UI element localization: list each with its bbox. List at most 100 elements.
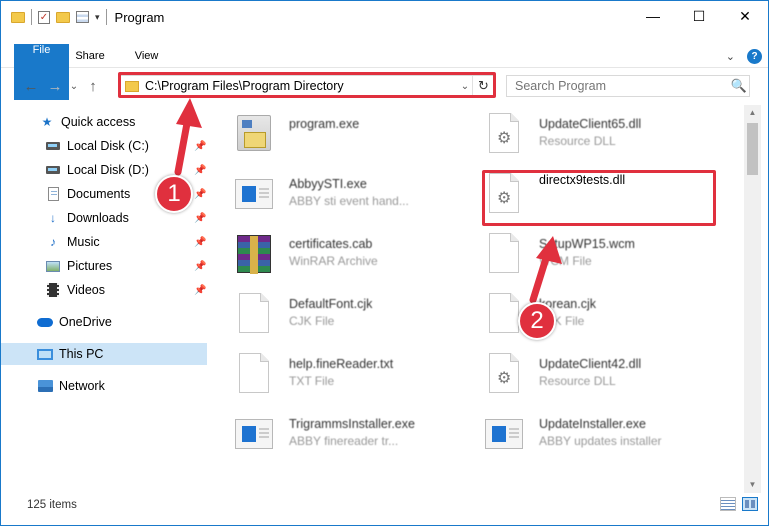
sidebar-item-local-disk-c[interactable]: Local Disk (C:) 📌 xyxy=(1,135,207,157)
file-name: help.fineReader.txt xyxy=(289,357,394,371)
sidebar-item-label: OneDrive xyxy=(59,315,112,329)
quick-access-toolbar: ✓ ▾ xyxy=(1,9,107,25)
search-icon[interactable]: 🔍 xyxy=(729,78,749,94)
sidebar-item-videos[interactable]: Videos 📌 xyxy=(1,279,207,301)
minimize-button[interactable]: — xyxy=(630,1,676,31)
search-box[interactable]: 🔍 xyxy=(506,75,750,97)
divider xyxy=(105,9,107,25)
sidebar-item-label: Quick access xyxy=(61,115,136,129)
address-bar[interactable]: C:\Program Files\Program Directory ⌄ ↻ xyxy=(119,75,495,97)
ribbon-tabs: File Home Share View ⌄ ? xyxy=(1,44,768,100)
file-item[interactable]: TrigrammsInstaller.exe ABBY finereader tr… xyxy=(233,411,473,467)
pin-icon[interactable]: 📌 xyxy=(194,165,206,176)
app-icon xyxy=(233,171,275,217)
file-name: UpdateClient65.dll xyxy=(539,117,642,131)
sidebar-item-onedrive[interactable]: OneDrive xyxy=(1,311,207,333)
large-icons-view-icon[interactable] xyxy=(742,497,758,511)
pin-icon[interactable]: 📌 xyxy=(194,237,206,248)
tab-share[interactable]: Share xyxy=(60,44,119,67)
blank-file-icon xyxy=(233,351,275,397)
help-icon[interactable]: ? xyxy=(747,48,762,64)
disk-icon xyxy=(45,163,61,177)
disk-icon xyxy=(45,139,61,153)
app-icon xyxy=(233,411,275,457)
tab-view[interactable]: View xyxy=(120,44,174,67)
file-name: UpdateInstaller.exe xyxy=(539,417,647,431)
pin-icon[interactable]: 📌 xyxy=(194,189,206,200)
file-type: WCM File xyxy=(539,254,592,268)
up-arrow-icon[interactable]: ↑ xyxy=(81,78,105,95)
file-list: program.exe UpdateClient65.dll Resource D… xyxy=(211,105,744,493)
navigation-pane: ★ Quick access Local Disk (C:) 📌 Local D… xyxy=(1,105,209,493)
network-icon xyxy=(37,379,53,393)
maximize-button[interactable]: ☐ xyxy=(676,1,722,31)
sidebar-item-network[interactable]: Network xyxy=(1,375,207,397)
file-item[interactable]: program.exe xyxy=(233,111,473,167)
star-icon: ★ xyxy=(41,115,53,129)
file-type: ABBY updates installer xyxy=(539,434,662,448)
vertical-scrollbar[interactable]: ▲ ▼ xyxy=(744,105,761,493)
file-item[interactable]: SetupWP15.wcm WCM File xyxy=(483,231,723,287)
sidebar-item-label: Downloads xyxy=(67,211,129,225)
sidebar-item-label: Music xyxy=(67,235,100,249)
search-input[interactable] xyxy=(515,79,729,93)
music-icon: ♪ xyxy=(50,235,56,249)
file-item[interactable]: help.fineReader.txt TXT File xyxy=(233,351,473,407)
file-item[interactable]: certificates.cab WinRAR Archive xyxy=(233,231,473,287)
sidebar-item-music[interactable]: ♪ Music 📌 xyxy=(1,231,207,253)
file-type: ABBY sti event hand... xyxy=(289,194,409,208)
file-name: TrigrammsInstaller.exe xyxy=(289,417,415,431)
this-pc-icon xyxy=(37,347,53,361)
back-arrow-icon[interactable]: ← xyxy=(19,78,43,95)
scroll-thumb[interactable] xyxy=(747,123,758,175)
pin-icon[interactable]: 📌 xyxy=(194,285,206,296)
new-folder-icon[interactable] xyxy=(56,11,70,23)
folder-icon xyxy=(125,80,139,92)
scroll-down-icon[interactable]: ▼ xyxy=(744,477,761,493)
expand-ribbon-icon[interactable]: ⌄ xyxy=(726,50,735,63)
file-item[interactable]: UpdateInstaller.exe ABBY updates installe… xyxy=(483,411,723,467)
file-item[interactable]: AbbyySTI.exe ABBY sti event hand... xyxy=(233,171,473,227)
file-name: DefaultFont.cjk xyxy=(289,297,373,311)
chevron-down-icon[interactable]: ▾ xyxy=(95,12,100,23)
dll-gear-icon xyxy=(483,351,525,397)
details-view-icon[interactable] xyxy=(720,497,736,511)
file-item[interactable]: DefaultFont.cjk CJK File xyxy=(233,291,473,347)
customize-toolbar-icon[interactable] xyxy=(76,11,89,23)
recent-locations-icon[interactable]: ⌄ xyxy=(67,81,81,92)
pictures-icon xyxy=(45,259,61,273)
file-name: AbbyySTI.exe xyxy=(289,177,367,191)
file-name: program.exe xyxy=(289,117,360,131)
file-item[interactable]: UpdateClient42.dll Resource DLL xyxy=(483,351,723,407)
file-type: ABBY finereader tr... xyxy=(289,434,399,448)
sidebar-item-quick-access[interactable]: ★ Quick access xyxy=(1,111,207,133)
scroll-up-icon[interactable]: ▲ xyxy=(744,105,761,121)
dll-gear-icon xyxy=(483,111,525,157)
sidebar-item-this-pc[interactable]: This PC xyxy=(1,343,207,365)
refresh-icon[interactable]: ↻ xyxy=(472,76,494,96)
pin-icon[interactable]: 📌 xyxy=(194,141,206,152)
view-switcher xyxy=(720,497,758,511)
file-name: UpdateClient42.dll xyxy=(539,357,642,371)
file-type: WinRAR Archive xyxy=(289,254,378,268)
divider xyxy=(31,9,32,25)
folder-icon xyxy=(11,11,25,23)
sidebar-item-pictures[interactable]: Pictures 📌 xyxy=(1,255,207,277)
close-button[interactable]: ✕ xyxy=(722,1,768,31)
file-item[interactable]: UpdateClient65.dll Resource DLL xyxy=(483,111,723,167)
file-item-directx9tests-dll[interactable]: directx9tests.dll xyxy=(483,171,723,227)
app-icon xyxy=(483,411,525,457)
sidebar-item-label: Videos xyxy=(67,283,105,297)
pin-icon[interactable]: 📌 xyxy=(194,213,206,224)
chevron-down-icon[interactable]: ⌄ xyxy=(458,81,472,92)
sidebar-item-label: This PC xyxy=(59,347,104,361)
address-path[interactable]: C:\Program Files\Program Directory xyxy=(145,79,458,93)
dll-gear-icon xyxy=(483,171,525,217)
file-type: Resource DLL xyxy=(539,374,616,388)
properties-check-icon[interactable]: ✓ xyxy=(38,10,50,24)
pin-icon[interactable]: 📌 xyxy=(194,261,206,272)
forward-arrow-icon[interactable]: → xyxy=(43,78,67,95)
step-1-badge: 1 xyxy=(155,175,193,213)
sidebar-item-label: Pictures xyxy=(67,259,113,273)
title-bar: ✓ ▾ Program — ☐ ✕ xyxy=(1,1,768,33)
